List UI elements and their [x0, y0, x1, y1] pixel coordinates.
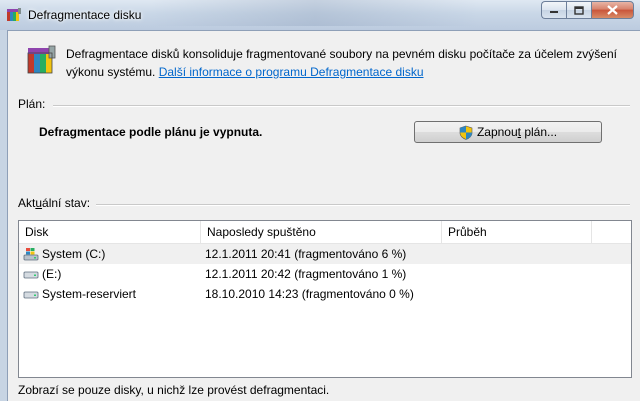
button-text-part: Zapnou [476, 125, 518, 139]
caption-buttons [541, 1, 634, 20]
system-drive-icon [23, 248, 39, 261]
schedule-status: Defragmentace podle plánu je vypnuta. [39, 125, 263, 139]
table-row[interactable]: (E:) 12.1.2011 20:42 (fragmentováno 1 %) [19, 264, 631, 284]
current-status-label: Aktuální stav: [18, 196, 90, 210]
close-icon [607, 5, 618, 15]
drive-icon [23, 291, 39, 299]
defrag-app-icon [7, 8, 21, 21]
drive-icon [23, 271, 39, 279]
window-title: Defragmentace disku [28, 8, 142, 22]
minimize-icon [550, 11, 558, 13]
label-part: Akt [18, 196, 36, 210]
table-row[interactable]: System (C:) 12.1.2011 20:41 (fragmentová… [19, 244, 631, 264]
disk-name: System (C:) [42, 247, 106, 261]
description: Defragmentace disků konsoliduje fragment… [66, 45, 626, 81]
last-run: 12.1.2011 20:42 (fragmentováno 1 %) [205, 267, 407, 281]
column-header-last-run[interactable]: Naposledy spuštěno [200, 221, 441, 243]
enable-schedule-label: Zapnout plán... [477, 125, 557, 139]
uac-shield-icon [459, 125, 473, 140]
more-info-link[interactable]: Další informace o programu Defragmentace… [159, 65, 424, 79]
schedule-label: Plán: [18, 97, 46, 111]
maximize-icon [574, 5, 584, 15]
maximize-button[interactable] [566, 1, 591, 19]
schedule-divider [53, 105, 630, 107]
background-window-ghost [150, 0, 480, 26]
current-status-divider [96, 204, 630, 206]
close-button[interactable] [591, 1, 634, 19]
button-text-part: plán... [521, 125, 558, 139]
footer-note: Zobrazí se pouze disky, u nichž lze prov… [18, 383, 330, 397]
disk-name: System-reserviert [42, 287, 137, 301]
label-part: ální stav: [42, 196, 91, 210]
client-area: Defragmentace disků konsoliduje fragment… [7, 30, 640, 401]
column-header-disk[interactable]: Disk [19, 221, 199, 243]
defrag-header-icon [27, 45, 56, 74]
enable-schedule-button[interactable]: Zapnout plán... [414, 121, 602, 143]
table-row[interactable]: System-reserviert 18.10.2010 14:23 (frag… [19, 284, 631, 304]
minimize-button[interactable] [541, 1, 566, 19]
last-run: 18.10.2010 14:23 (fragmentováno 0 %) [205, 287, 414, 301]
column-header-filler [591, 221, 631, 243]
disk-name: (E:) [42, 267, 62, 281]
title-bar[interactable]: Defragmentace disku [0, 0, 640, 30]
disk-list[interactable]: Disk Naposledy spuštěno Průběh System (C… [18, 220, 632, 378]
last-run: 12.1.2011 20:41 (fragmentováno 6 %) [205, 247, 407, 261]
list-header: Disk Naposledy spuštěno Průběh [19, 221, 631, 244]
column-header-progress[interactable]: Průběh [441, 221, 591, 243]
